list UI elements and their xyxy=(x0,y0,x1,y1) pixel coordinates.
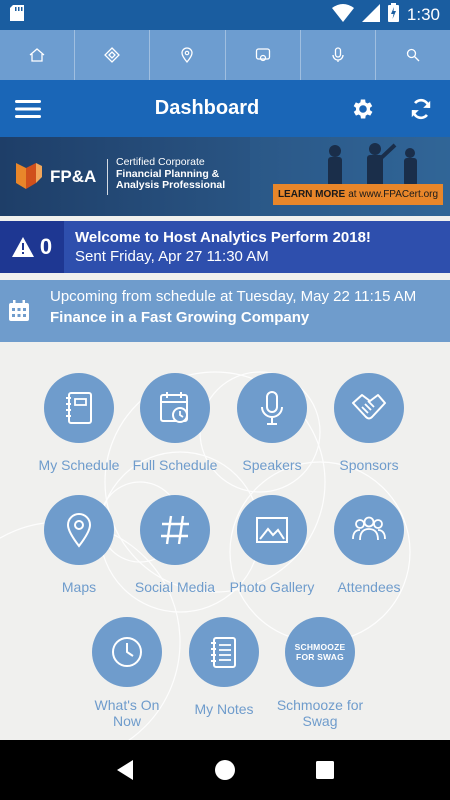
tile-attendees[interactable]: Attendees xyxy=(319,495,419,595)
people-icon xyxy=(352,516,386,541)
fpa-logo-text: FP&A xyxy=(50,167,97,186)
home-icon xyxy=(29,48,45,62)
warning-icon xyxy=(11,237,34,257)
tile-label: Maps xyxy=(61,579,97,595)
page-title: Dashboard xyxy=(154,97,260,119)
certification-text: Certified Corporate Financial Planning &… xyxy=(116,156,226,191)
tile-label: My Notes xyxy=(194,701,254,717)
toolbar-microphone-button[interactable] xyxy=(301,30,376,80)
sd-card-icon xyxy=(10,4,24,26)
search-icon xyxy=(406,48,420,62)
recents-button[interactable] xyxy=(305,750,345,790)
upcoming-schedule-card[interactable]: Upcoming from schedule at Tuesday, May 2… xyxy=(0,280,450,342)
battery-charging-icon xyxy=(387,3,399,27)
tile-full-schedule[interactable]: Full Schedule xyxy=(125,373,225,473)
tile-speakers[interactable]: Speakers xyxy=(222,373,322,473)
tile-label: Attendees xyxy=(337,579,401,595)
refresh-icon xyxy=(411,98,431,119)
image-icon xyxy=(256,517,288,543)
notification-count-badge: 0 xyxy=(0,221,64,273)
back-icon xyxy=(117,760,133,780)
tile-label: Speakers xyxy=(242,457,302,473)
home-button[interactable] xyxy=(205,750,245,790)
tile-my-schedule[interactable]: My Schedule xyxy=(29,373,129,473)
tile-label: Schmooze for Swag xyxy=(276,697,364,729)
status-bar: 1:30 xyxy=(0,0,450,30)
top-toolbar xyxy=(0,30,450,80)
wifi-icon xyxy=(331,3,354,27)
fpa-logo-icon xyxy=(16,163,42,189)
clock-icon xyxy=(112,637,142,667)
menu-button[interactable] xyxy=(0,80,56,137)
dashboard-grid: My Schedule Full Schedule Speakers Spons… xyxy=(0,342,450,740)
notification-title: Welcome to Host Analytics Perform 2018! xyxy=(75,229,371,246)
notification-card[interactable]: 0 Welcome to Host Analytics Perform 2018… xyxy=(0,221,450,273)
schmooze-logo: SCHMOOZE FOR SWAG xyxy=(285,617,355,687)
notification-subtitle: Sent Friday, Apr 27 11:30 AM xyxy=(75,248,269,265)
tile-maps[interactable]: Maps xyxy=(29,495,129,595)
home-icon xyxy=(215,760,235,780)
tile-label: Photo Gallery xyxy=(229,579,315,595)
system-navigation-bar xyxy=(0,740,450,800)
toolbar-map-button[interactable] xyxy=(150,30,226,80)
recents-icon xyxy=(316,761,334,779)
calendar-clock-icon xyxy=(160,392,188,423)
refresh-button[interactable] xyxy=(392,80,450,137)
microphone-icon xyxy=(332,47,344,62)
tile-whats-on-now[interactable]: What's On Now xyxy=(77,617,177,729)
microphone-icon xyxy=(261,391,283,425)
toolbar-ticket-button[interactable] xyxy=(75,30,151,80)
settings-button[interactable] xyxy=(334,80,392,137)
tile-sponsors[interactable]: Sponsors xyxy=(319,373,419,473)
tile-label: My Schedule xyxy=(38,457,120,473)
schedule-time: Upcoming from schedule at Tuesday, May 2… xyxy=(50,288,417,305)
tile-social-media[interactable]: Social Media xyxy=(125,495,225,595)
back-button[interactable] xyxy=(105,750,145,790)
gear-icon xyxy=(353,98,373,119)
notification-count: 0 xyxy=(39,234,53,259)
tile-label: Social Media xyxy=(134,579,216,595)
status-time: 1:30 xyxy=(406,5,440,24)
tile-photo-gallery[interactable]: Photo Gallery xyxy=(222,495,322,595)
hashtag-icon xyxy=(161,515,189,545)
notes-icon xyxy=(211,637,236,668)
banner-divider xyxy=(107,159,108,195)
learn-more-button[interactable]: LEARN MORE at www.FPACert.org xyxy=(273,184,443,205)
signal-icon xyxy=(361,3,380,27)
ad-banner[interactable]: FP&A Certified Corporate Financial Plann… xyxy=(0,137,450,216)
hamburger-menu-icon xyxy=(15,99,41,118)
app-header: Dashboard xyxy=(0,80,450,137)
tile-label: Full Schedule xyxy=(132,457,218,473)
toolbar-search-button[interactable] xyxy=(376,30,450,80)
tile-schmooze-for-swag[interactable]: SCHMOOZE FOR SWAG Schmooze for Swag xyxy=(270,617,370,729)
toolbar-home-button[interactable] xyxy=(0,30,76,80)
map-pin-icon xyxy=(181,47,194,64)
ticket-icon xyxy=(104,47,121,63)
handshake-icon xyxy=(352,394,386,420)
map-pin-icon xyxy=(66,513,92,548)
tile-label: Sponsors xyxy=(339,457,399,473)
chat-icon xyxy=(255,48,270,62)
schedule-session-title: Finance in a Fast Growing Company xyxy=(50,309,310,326)
toolbar-chat-button[interactable] xyxy=(226,30,301,80)
tile-label: What's On Now xyxy=(94,697,160,729)
tile-my-notes[interactable]: My Notes xyxy=(174,617,274,717)
notebook-icon xyxy=(66,392,92,424)
calendar-icon xyxy=(9,300,29,321)
